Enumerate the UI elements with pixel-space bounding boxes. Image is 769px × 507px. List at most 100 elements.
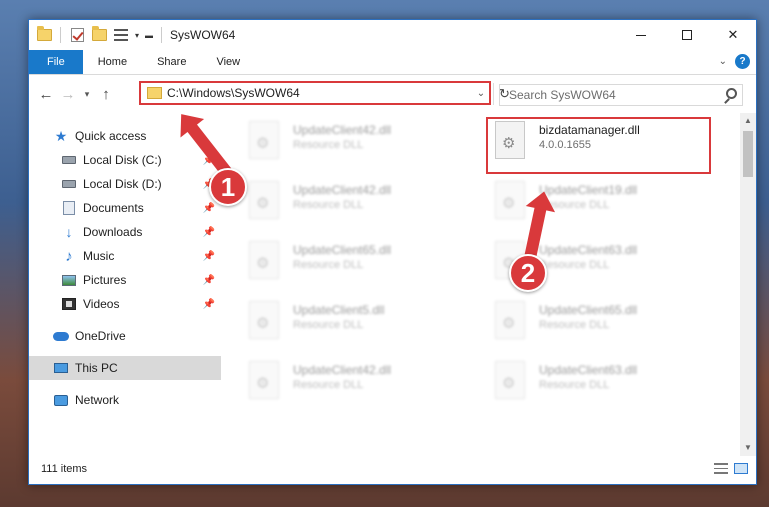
file-name: UpdateClient63.dll bbox=[539, 363, 638, 377]
large-icons-view-icon[interactable] bbox=[734, 463, 748, 474]
recent-locations-icon[interactable]: ▾ bbox=[79, 89, 95, 100]
file-description: Resource DLL bbox=[293, 379, 364, 391]
maximize-button[interactable] bbox=[664, 20, 710, 50]
scrollbar-thumb[interactable] bbox=[743, 131, 753, 177]
sidebar-item-onedrive[interactable]: OneDrive bbox=[29, 324, 221, 348]
view-buttons bbox=[714, 463, 748, 474]
sidebar-item-music[interactable]: ♪ Music 📌 bbox=[29, 244, 221, 268]
dll-file-icon bbox=[249, 181, 279, 219]
highlight-box bbox=[486, 117, 711, 174]
minimize-icon bbox=[636, 34, 646, 36]
status-bar: 111 items bbox=[29, 454, 756, 484]
file-name: UpdateClient65.dll bbox=[539, 303, 638, 317]
back-arrow-icon[interactable]: ← bbox=[35, 86, 57, 103]
vertical-scrollbar[interactable]: ▲ ▼ bbox=[740, 113, 756, 456]
download-icon: ↓ bbox=[65, 224, 73, 240]
close-icon: ✕ bbox=[727, 27, 739, 42]
chevron-down-icon[interactable]: ▾ bbox=[135, 31, 139, 40]
help-icon[interactable]: ? bbox=[735, 54, 750, 69]
folder-icon bbox=[147, 87, 162, 99]
scroll-up-icon[interactable]: ▲ bbox=[740, 113, 756, 129]
ribbon-tabs: File Home Share View ⌄ ? bbox=[29, 50, 756, 75]
sidebar-item-local-disk-d[interactable]: Local Disk (D:) 📌 bbox=[29, 172, 221, 196]
maximize-icon bbox=[682, 30, 692, 40]
dll-file-icon bbox=[249, 121, 279, 159]
chevron-down-icon[interactable]: ⌄ bbox=[473, 88, 489, 99]
pin-icon[interactable]: 📌 bbox=[203, 251, 215, 262]
explorer-window: ▾ ▬ SysWOW64 ✕ File Home Share View ⌄ ? … bbox=[28, 19, 757, 485]
details-view-icon[interactable] bbox=[714, 463, 728, 474]
tab-file[interactable]: File bbox=[29, 50, 83, 74]
file-name: UpdateClient65.dll bbox=[293, 243, 392, 257]
address-bar[interactable]: C:\Windows\SysWOW64 ⌄ bbox=[139, 81, 491, 105]
pin-icon[interactable]: 📌 bbox=[203, 299, 215, 310]
tab-home[interactable]: Home bbox=[83, 50, 142, 74]
sidebar-item-local-disk-c[interactable]: Local Disk (C:) 📌 bbox=[29, 148, 221, 172]
address-path[interactable]: C:\Windows\SysWOW64 bbox=[167, 86, 473, 100]
file-list: UpdateClient42.dll Resource DLL UpdateCli… bbox=[221, 113, 740, 456]
pin-icon[interactable]: 📌 bbox=[203, 203, 215, 214]
sidebar-item-label: Local Disk (C:) bbox=[83, 153, 162, 167]
sidebar-item-this-pc[interactable]: This PC bbox=[29, 356, 221, 380]
sidebar-item-label: Videos bbox=[83, 297, 120, 311]
folder-icon bbox=[36, 26, 52, 43]
new-folder-icon[interactable] bbox=[91, 26, 107, 43]
sidebar-item-pictures[interactable]: Pictures 📌 bbox=[29, 268, 221, 292]
sidebar-item-label: Documents bbox=[83, 201, 144, 215]
music-icon: ♪ bbox=[65, 247, 73, 265]
dll-file-icon bbox=[495, 361, 525, 399]
documents-icon bbox=[61, 200, 77, 216]
up-arrow-icon[interactable]: ↑ bbox=[95, 86, 117, 103]
minimize-button[interactable] bbox=[618, 20, 664, 50]
expand-ribbon-icon[interactable]: ⌄ bbox=[719, 56, 727, 67]
file-name: UpdateClient5.dll bbox=[293, 303, 385, 317]
search-input[interactable]: Search SysWOW64 bbox=[499, 84, 743, 106]
tab-share[interactable]: Share bbox=[142, 50, 201, 74]
pictures-icon bbox=[61, 272, 77, 288]
file-description: Resource DLL bbox=[293, 139, 364, 151]
navigation-bar: ← → ▾ ↑ C:\Windows\SysWOW64 ⌄ ↻ Search S… bbox=[29, 75, 756, 113]
file-tile[interactable]: UpdateClient65.dll Resource DLL bbox=[243, 237, 463, 289]
sidebar-item-label: Pictures bbox=[83, 273, 127, 287]
annotation-badge-2: 2 bbox=[509, 254, 547, 292]
annotation-badge-1: 1 bbox=[209, 168, 247, 206]
network-icon bbox=[53, 392, 69, 408]
file-name: UpdateClient42.dll bbox=[293, 363, 392, 377]
file-tile[interactable]: UpdateClient63.dll Resource DLL bbox=[489, 357, 709, 409]
sidebar-item-documents[interactable]: Documents 📌 bbox=[29, 196, 221, 220]
file-tile[interactable]: UpdateClient19.dllResource DLL bbox=[489, 177, 709, 229]
file-description: Resource DLL bbox=[293, 319, 364, 331]
file-tile[interactable]: UpdateClient42.dll Resource DLL bbox=[243, 357, 463, 409]
file-description: Resource DLL bbox=[539, 259, 610, 271]
file-tile[interactable]: UpdateClient65.dll Resource DLL bbox=[489, 297, 709, 349]
title-bar: ▾ ▬ SysWOW64 ✕ bbox=[29, 20, 756, 50]
sidebar-item-videos[interactable]: Videos 📌 bbox=[29, 292, 221, 316]
sidebar-item-label: OneDrive bbox=[75, 329, 126, 343]
item-count: 111 items bbox=[41, 463, 88, 475]
forward-arrow-icon[interactable]: → bbox=[57, 86, 79, 103]
pin-icon[interactable]: 📌 bbox=[203, 227, 215, 238]
file-tile[interactable]: UpdateClient5.dll Resource DLL bbox=[243, 297, 463, 349]
pin-icon[interactable]: 📌 bbox=[203, 275, 215, 286]
customize-list-icon[interactable] bbox=[113, 27, 129, 43]
dll-file-icon bbox=[249, 301, 279, 339]
disk-icon bbox=[61, 152, 77, 168]
customize-toolbar-icon[interactable]: ▬ bbox=[145, 31, 153, 40]
sidebar-item-label: Network bbox=[75, 393, 120, 407]
dll-file-icon bbox=[249, 241, 279, 279]
toolbar-divider bbox=[60, 27, 61, 43]
sidebar-item-downloads[interactable]: ↓ Downloads 📌 bbox=[29, 220, 221, 244]
properties-check-icon[interactable] bbox=[69, 27, 85, 43]
sidebar-item-network[interactable]: Network bbox=[29, 388, 221, 412]
quick-access-toolbar: ▾ ▬ bbox=[29, 26, 164, 43]
file-tile[interactable]: UpdateClient42.dll Resource DLL bbox=[243, 177, 463, 229]
pc-icon bbox=[53, 360, 69, 376]
sidebar-item-label: This PC bbox=[75, 361, 118, 375]
search-icon bbox=[726, 88, 737, 99]
tab-view[interactable]: View bbox=[201, 50, 255, 74]
ribbon-right-controls: ⌄ ? bbox=[719, 54, 750, 69]
close-button[interactable]: ✕ bbox=[710, 20, 756, 50]
file-tile[interactable]: UpdateClient42.dll Resource DLL bbox=[243, 117, 463, 169]
